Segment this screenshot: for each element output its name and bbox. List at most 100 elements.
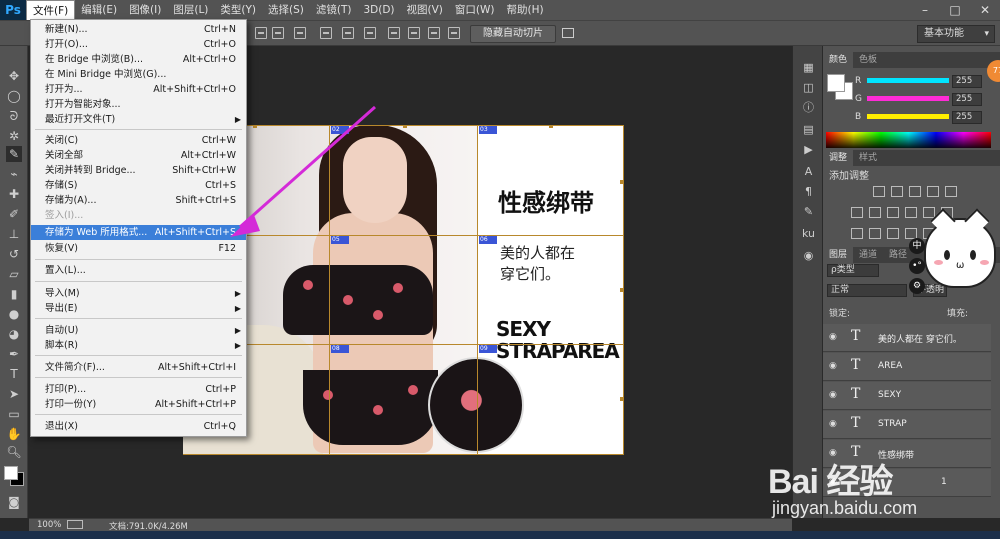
slice-handle[interactable] bbox=[549, 125, 553, 128]
magic-wand-tool-icon[interactable]: ✲ bbox=[6, 128, 22, 144]
menu-item-close-all[interactable]: 关闭全部 Alt+Ctrl+W bbox=[31, 148, 246, 163]
history-panel-icon[interactable]: ▦ bbox=[801, 60, 816, 75]
menu-item-file-info[interactable]: 文件简介(F)... Alt+Shift+Ctrl+I bbox=[31, 360, 246, 375]
layer-row[interactable]: ◉ T SEXY bbox=[823, 382, 991, 410]
brush-panel-icon[interactable]: ✎ bbox=[801, 204, 816, 219]
menu-item-save-for-web[interactable]: 存储为 Web 所用格式... Alt+Shift+Ctrl+S bbox=[31, 225, 246, 240]
menu-item-open-as[interactable]: 打开为... Alt+Shift+Ctrl+O bbox=[31, 82, 246, 97]
character-panel-icon[interactable]: A bbox=[801, 164, 816, 179]
exposure-adjust-icon[interactable] bbox=[927, 186, 939, 197]
slice-handle[interactable] bbox=[620, 288, 624, 292]
color-balance-adjust-icon[interactable] bbox=[869, 207, 881, 218]
healing-brush-icon[interactable]: ✚ bbox=[6, 186, 22, 202]
menu-layer[interactable]: 图层(L) bbox=[167, 0, 214, 20]
threshold-adjust-icon[interactable] bbox=[887, 228, 899, 239]
menu-item-print-one-copy[interactable]: 打印一份(Y) Alt+Shift+Ctrl+P bbox=[31, 397, 246, 412]
slice-line[interactable] bbox=[183, 235, 624, 236]
tab-color[interactable]: 颜色 bbox=[823, 52, 854, 68]
vibrance-adjust-icon[interactable] bbox=[945, 186, 957, 197]
menu-help[interactable]: 帮助(H) bbox=[501, 0, 550, 20]
tab-adjustments[interactable]: 调整 bbox=[823, 150, 854, 166]
menu-select[interactable]: 选择(S) bbox=[262, 0, 310, 20]
zoom-tool-icon[interactable]: 🔍︎ bbox=[6, 444, 22, 460]
menu-item-open[interactable]: 打开(O)... Ctrl+O bbox=[31, 37, 246, 52]
dodge-tool-icon[interactable]: ◕ bbox=[6, 326, 22, 342]
menu-item-place[interactable]: 置入(L)... bbox=[31, 263, 246, 278]
tab-paths[interactable]: 路径 bbox=[883, 247, 913, 263]
photo-filter-adjust-icon[interactable] bbox=[905, 207, 917, 218]
navigator-panel-icon[interactable]: ▤ bbox=[801, 122, 816, 137]
tab-styles[interactable]: 样式 bbox=[853, 150, 883, 166]
color-wheel-icon[interactable]: ◉ bbox=[801, 248, 816, 263]
layer-row[interactable]: ◉ T STRAP bbox=[823, 411, 991, 439]
visibility-eye-icon[interactable]: ◉ bbox=[829, 390, 839, 400]
align-bottom-icon[interactable] bbox=[294, 27, 306, 39]
menu-item-import[interactable]: 导入(M) ▶ bbox=[31, 286, 246, 301]
kuler-panel-icon[interactable]: ku bbox=[801, 226, 816, 241]
align-right-icon[interactable] bbox=[364, 27, 376, 39]
menu-view[interactable]: 视图(V) bbox=[401, 0, 449, 20]
bw-adjust-icon[interactable] bbox=[887, 207, 899, 218]
blend-mode-select[interactable]: 正常 bbox=[827, 284, 907, 297]
slice-handle[interactable] bbox=[620, 180, 624, 184]
channel-slider-r[interactable] bbox=[867, 78, 949, 83]
properties-panel-icon[interactable]: ◫ bbox=[801, 80, 816, 95]
menu-file[interactable]: 文件(F) bbox=[26, 0, 76, 20]
type-tool-icon[interactable]: T bbox=[6, 366, 22, 382]
visibility-eye-icon[interactable]: ◉ bbox=[829, 361, 839, 371]
layer-row[interactable]: ◉ T AREA bbox=[823, 353, 991, 381]
brush-tool-icon[interactable]: ✐ bbox=[6, 206, 22, 222]
info-panel-icon[interactable]: ⓘ bbox=[801, 100, 816, 115]
foreground-color-swatch[interactable] bbox=[4, 466, 18, 480]
maximize-button[interactable]: □ bbox=[940, 0, 970, 20]
menu-edit[interactable]: 编辑(E) bbox=[75, 0, 123, 20]
hide-auto-slices-button[interactable]: 隐藏自动切片 bbox=[470, 25, 556, 43]
slice-handle[interactable] bbox=[253, 125, 257, 128]
align-hcenter-icon[interactable] bbox=[342, 27, 354, 39]
brightness-adjust-icon[interactable] bbox=[873, 186, 885, 197]
paragraph-panel-icon[interactable]: ¶ bbox=[801, 184, 816, 199]
distribute-right-icon[interactable] bbox=[448, 27, 460, 39]
lasso-tool-icon[interactable]: ᘐ bbox=[6, 108, 22, 124]
document-canvas[interactable]: 性感绑带 美的人都在 穿它们。 SEXY STRAPAREA 02 03 05 … bbox=[183, 125, 624, 455]
tab-layers[interactable]: 图层 bbox=[823, 247, 854, 263]
menu-item-recent-files[interactable]: 最近打开文件(T) ▶ bbox=[31, 112, 246, 127]
tab-swatches[interactable]: 色板 bbox=[853, 52, 883, 68]
distribute-top-icon[interactable] bbox=[388, 27, 400, 39]
quick-mask-icon[interactable]: ◙ bbox=[6, 494, 22, 510]
menu-item-automate[interactable]: 自动(U) ▶ bbox=[31, 323, 246, 338]
history-brush-icon[interactable]: ↺ bbox=[6, 246, 22, 262]
menu-window[interactable]: 窗口(W) bbox=[449, 0, 501, 20]
slice-tool-icon[interactable]: ✎ bbox=[6, 146, 22, 162]
menu-item-close[interactable]: 关闭(C) Ctrl+W bbox=[31, 133, 246, 148]
channel-value-g[interactable]: 255 bbox=[952, 93, 982, 106]
marquee-tool-icon[interactable]: ◯ bbox=[6, 88, 22, 104]
menu-item-browse-mini-bridge[interactable]: 在 Mini Bridge 中浏览(G)... bbox=[31, 67, 246, 82]
channel-value-r[interactable]: 255 bbox=[952, 75, 982, 88]
ime-settings-icon[interactable]: ⚙ bbox=[909, 278, 925, 294]
color-panel-foreground[interactable] bbox=[827, 74, 845, 92]
menu-item-save-as[interactable]: 存储为(A)... Shift+Ctrl+S bbox=[31, 193, 246, 208]
align-left-icon[interactable] bbox=[320, 27, 332, 39]
layer-row[interactable]: ◉ T 美的人都在 穿它们。 bbox=[823, 324, 991, 352]
status-icon[interactable] bbox=[67, 520, 83, 529]
menu-item-revert[interactable]: 恢复(V) F12 bbox=[31, 241, 246, 256]
menu-item-exit[interactable]: 退出(X) Ctrl+Q bbox=[31, 419, 246, 434]
menu-type[interactable]: 类型(Y) bbox=[214, 0, 262, 20]
move-tool-icon[interactable]: ✥ bbox=[6, 68, 22, 84]
ime-punctuation-icon[interactable]: •° bbox=[909, 258, 925, 274]
curves-adjust-icon[interactable] bbox=[909, 186, 921, 197]
visibility-eye-icon[interactable]: ◉ bbox=[829, 419, 839, 429]
slice-handle[interactable] bbox=[620, 397, 624, 401]
menu-item-save[interactable]: 存储(S) Ctrl+S bbox=[31, 178, 246, 193]
folder-icon[interactable] bbox=[562, 28, 574, 38]
ime-chinese-icon[interactable]: 中 bbox=[909, 238, 925, 254]
menu-item-new[interactable]: 新建(N)... Ctrl+N bbox=[31, 22, 246, 37]
menu-item-open-smart-object[interactable]: 打开为智能对象... bbox=[31, 97, 246, 112]
menu-item-close-go-bridge[interactable]: 关闭并转到 Bridge... Shift+Ctrl+W bbox=[31, 163, 246, 178]
eyedropper-tool-icon[interactable]: ⌁ bbox=[6, 166, 22, 182]
actions-panel-icon[interactable]: ▶ bbox=[801, 142, 816, 157]
hand-tool-icon[interactable]: ✋ bbox=[6, 426, 22, 442]
channel-slider-g[interactable] bbox=[867, 96, 949, 101]
minimize-button[interactable]: – bbox=[910, 0, 940, 20]
